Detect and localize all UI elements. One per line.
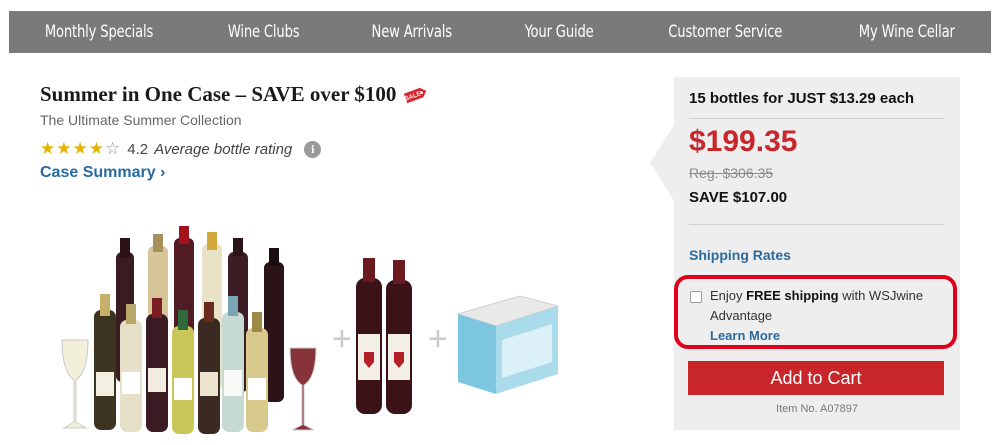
nav-monthly-specials[interactable]: Monthly Specials [45,22,154,42]
bottle-pair [356,258,412,414]
regular-price: Reg. $306.35 [689,165,774,181]
divider [689,224,944,225]
rating-label: Average bottle rating [154,140,293,158]
advantage-checkbox[interactable] [690,291,702,303]
per-bottle-price: 15 bottles for JUST $13.29 each [689,90,915,107]
plus-sign-icon: + [332,320,352,358]
wsjwine-advantage-box: Enjoy FREE shipping with WSJwine Advanta… [674,275,957,349]
price-panel-pointer [650,125,674,201]
star-filled-icon: ★ [40,139,57,158]
info-icon[interactable]: i [304,140,322,158]
nav-your-guide[interactable]: Your Guide [524,22,593,42]
product-title-text: Summer in One Case – SAVE over $100 [40,82,397,106]
star-empty-icon: ☆ [105,139,122,158]
rating-value: 4.2 [127,140,149,158]
product-title: Summer in One Case – SAVE over $100 SALE [40,82,428,107]
case-summary-link[interactable]: Case Summary › [40,164,165,182]
savings-amount: SAVE $107.00 [689,189,788,206]
sale-price: $199.35 [689,125,798,158]
item-number: Item No. A07897 [776,403,858,415]
advantage-highlight: FREE shipping [746,288,839,303]
sale-tag-icon: SALE [404,87,427,103]
advantage-text: Enjoy FREE shipping with WSJwine Advanta… [710,286,940,346]
advantage-prefix: Enjoy [710,288,747,303]
bottle-group-main [94,226,284,434]
price-panel: 15 bottles for JUST $13.29 each $199.35 … [674,77,960,430]
star-filled-icon: ★ [72,139,89,158]
learn-more-link[interactable]: Learn More [710,326,940,346]
top-navigation: Monthly Specials Wine Clubs New Arrivals… [9,11,991,53]
divider [689,118,944,119]
nav-my-wine-cellar[interactable]: My Wine Cellar [859,22,955,42]
star-filled-icon: ★ [56,139,73,158]
product-image: + + [61,226,560,434]
star-filled-icon: ★ [88,139,105,158]
shipping-rates-link[interactable]: Shipping Rates [689,247,791,263]
wine-glass-left-icon [61,339,89,429]
can-pack [456,295,560,394]
plus-sign-icon: + [428,320,448,358]
nav-wine-clubs[interactable]: Wine Clubs [228,22,300,42]
nav-new-arrivals[interactable]: New Arrivals [372,22,453,42]
rating-row: ★★★★☆ 4.2 Average bottle rating i [40,139,322,159]
add-to-cart-button[interactable]: Add to Cart [688,361,944,395]
product-subtitle: The Ultimate Summer Collection [40,112,242,128]
rating-stars: ★★★★☆ [40,139,121,159]
wine-glass-right-icon [289,347,317,431]
nav-customer-service[interactable]: Customer Service [668,22,782,42]
